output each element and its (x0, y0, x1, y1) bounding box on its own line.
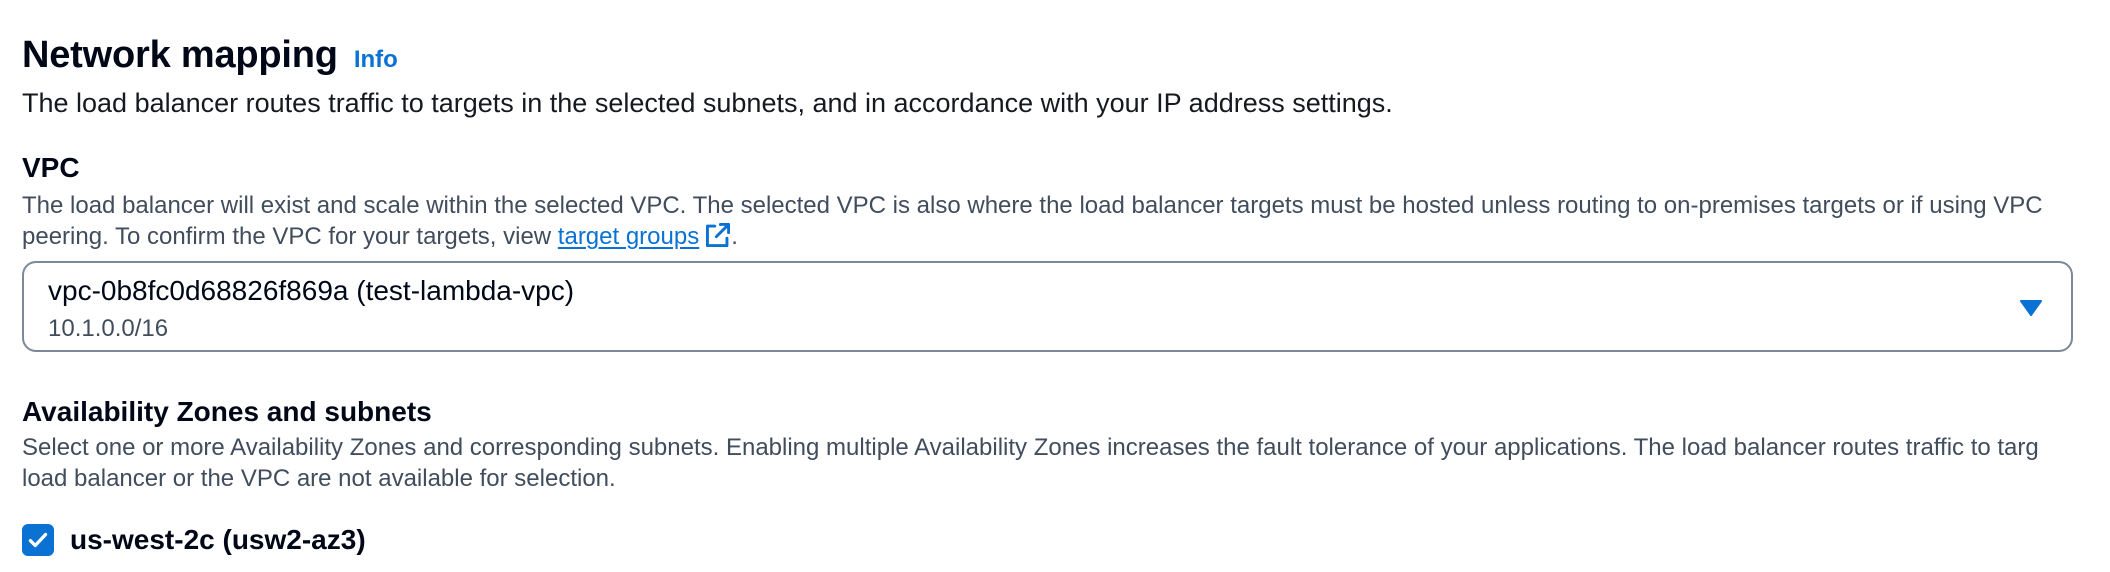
vpc-selected-cidr: 10.1.0.0/16 (48, 315, 169, 342)
network-mapping-panel: Network mapping Info The load balancer r… (0, 0, 2110, 572)
availability-zones-description-line2: load balancer or the VPC are not availab… (22, 465, 616, 492)
vpc-description: The load balancer will exist and scale w… (22, 190, 2043, 252)
section-header: Network mapping Info (22, 34, 398, 77)
target-groups-link[interactable]: target groups (558, 223, 699, 250)
zone-label: us-west-2c (usw2-az3) (70, 524, 366, 555)
checkbox[interactable] (22, 524, 54, 556)
vpc-description-line1: The load balancer will exist and scale w… (22, 192, 2043, 219)
vpc-label: VPC (22, 152, 80, 183)
info-link[interactable]: Info (354, 46, 398, 74)
external-link-icon[interactable] (705, 222, 731, 248)
vpc-select[interactable]: vpc-0b8fc0d68826f869a (test-lambda-vpc) … (22, 261, 2073, 352)
vpc-description-suffix: . (731, 223, 738, 250)
section-description: The load balancer routes traffic to targ… (22, 88, 1393, 118)
availability-zones-description-line1: Select one or more Availability Zones an… (22, 434, 2039, 461)
vpc-description-prefix: peering. To confirm the VPC for your tar… (22, 223, 558, 250)
vpc-description-line2: peering. To confirm the VPC for your tar… (22, 221, 2043, 252)
caret-down-icon (2020, 300, 2042, 316)
availability-zones-label: Availability Zones and subnets (22, 396, 432, 427)
zone-checkbox-usw2-az3[interactable]: us-west-2c (usw2-az3) (22, 524, 366, 556)
vpc-selected-value: vpc-0b8fc0d68826f869a (test-lambda-vpc) (48, 275, 575, 306)
checkmark-icon (28, 532, 48, 548)
availability-zones-description: Select one or more Availability Zones an… (22, 432, 2039, 494)
section-title: Network mapping (22, 34, 338, 76)
target-groups-link-text: target groups (557, 223, 700, 250)
